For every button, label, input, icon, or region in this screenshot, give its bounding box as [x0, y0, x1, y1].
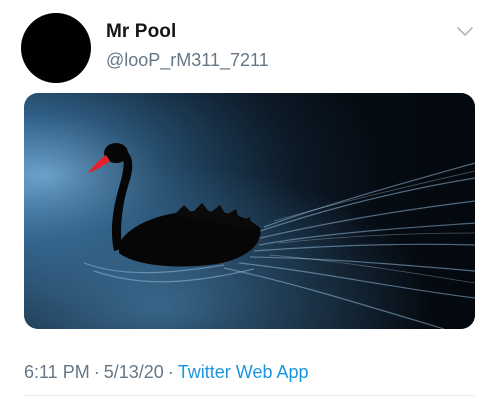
tweet-source-link[interactable]: Twitter Web App: [178, 362, 309, 382]
black-swan-photo: [24, 93, 475, 329]
chevron-down-icon[interactable]: [455, 25, 475, 39]
tweet-meta: 6:11 PM · 5/13/20 · Twitter Web App: [24, 361, 309, 383]
tweet-media-image[interactable]: [24, 93, 475, 329]
separator: ·: [93, 362, 100, 382]
display-name[interactable]: Mr Pool: [106, 21, 176, 43]
avatar[interactable]: [21, 13, 91, 83]
user-handle[interactable]: @looP_rM311_7211: [106, 49, 269, 71]
separator: ·: [167, 362, 174, 382]
tweet-time[interactable]: 6:11 PM: [24, 362, 90, 382]
tweet-date[interactable]: 5/13/20: [104, 362, 164, 382]
divider: [24, 395, 475, 396]
